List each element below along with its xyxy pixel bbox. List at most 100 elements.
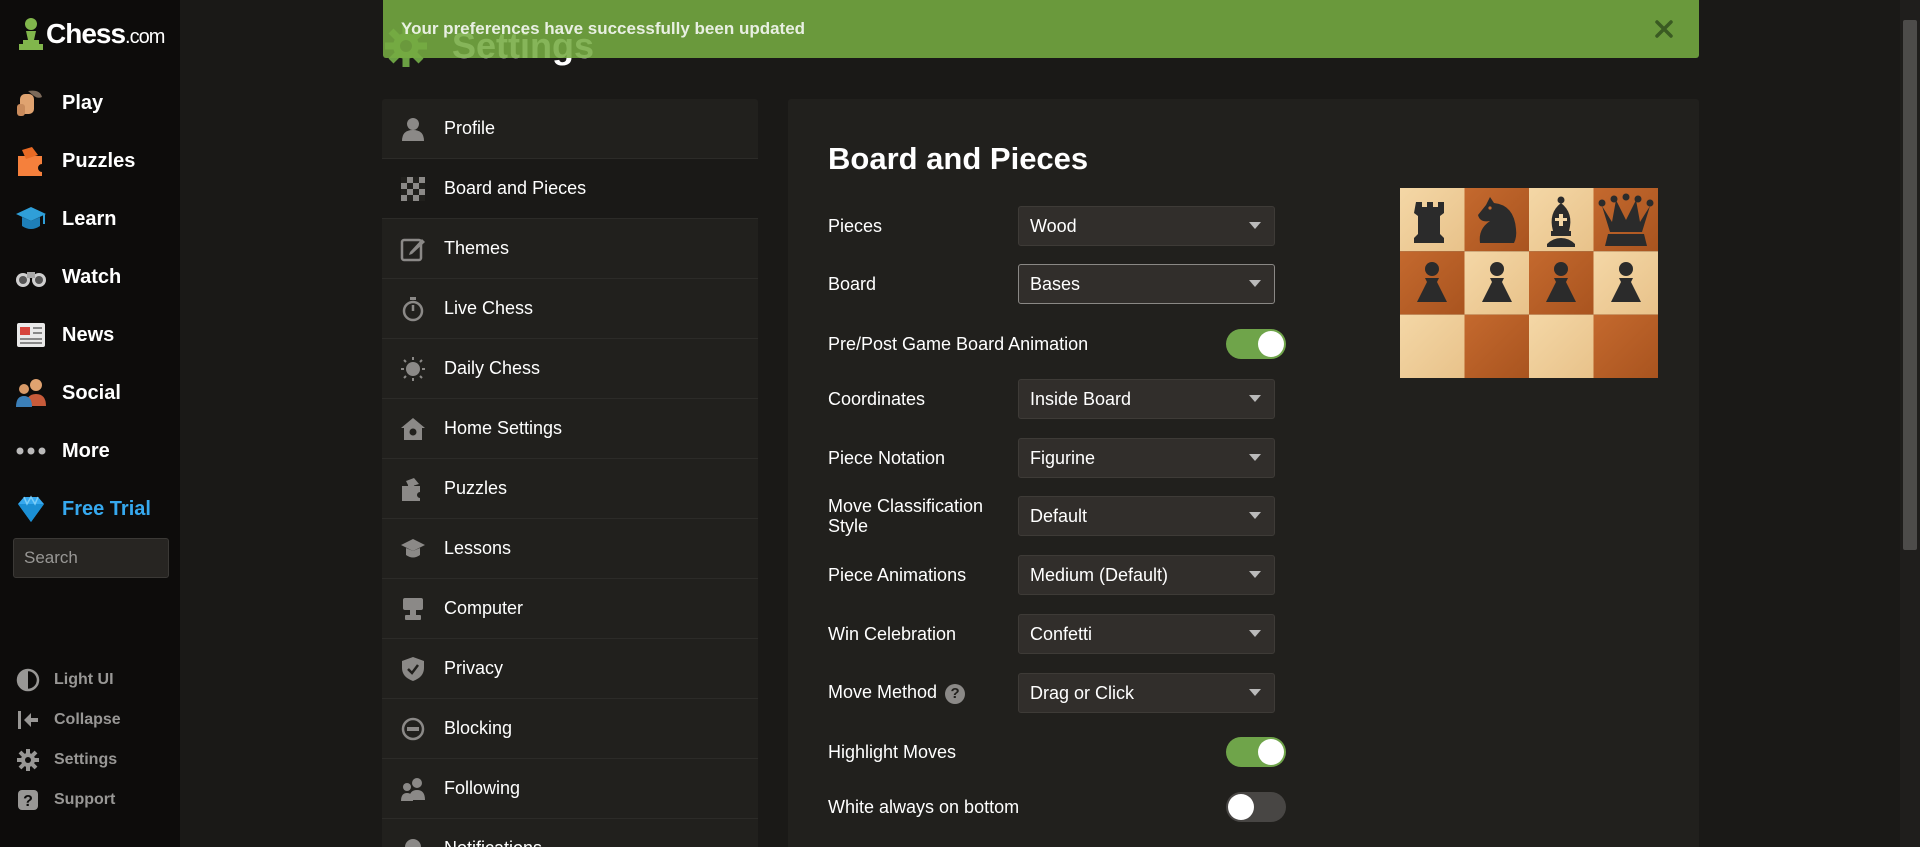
chevron-down-icon [1249, 630, 1261, 637]
people-icon [16, 379, 46, 407]
board-select[interactable]: Bases [1018, 264, 1275, 304]
coordinates-setting: Coordinates Inside Board [828, 379, 1275, 419]
left-sidebar: Chess.com Play Puzzles Learn Watch News … [0, 0, 180, 847]
shield-icon [402, 656, 424, 681]
chevron-down-icon [1249, 395, 1261, 402]
page-scrollbar[interactable] [1900, 0, 1920, 847]
board-preview [1400, 188, 1658, 378]
piece-notation-select[interactable]: Figurine [1018, 438, 1275, 478]
graduation-cap-icon [401, 538, 425, 557]
menu-item-board-and-pieces[interactable]: Board and Pieces [382, 159, 758, 219]
scrollbar-thumb[interactable] [1903, 20, 1917, 550]
menu-item-live-chess[interactable]: Live Chess [382, 279, 758, 339]
nav-item-puzzles[interactable]: Puzzles [0, 132, 180, 190]
animation-setting: Pre/Post Game Board Animation [828, 329, 1286, 359]
piece-animations-select[interactable]: Medium (Default) [1018, 555, 1275, 595]
white-on-bottom-setting: White always on bottom [828, 792, 1286, 822]
piece-animations-setting: Piece Animations Medium (Default) [828, 555, 1275, 595]
support-link[interactable]: ? Support [16, 780, 176, 820]
win-celebration-setting: Win Celebration Confetti [828, 614, 1275, 654]
bell-icon [405, 838, 421, 847]
nav-item-learn[interactable]: Learn [0, 190, 180, 248]
checkerboard-icon [401, 176, 425, 201]
sun-icon [401, 356, 425, 381]
win-celebration-select[interactable]: Confetti [1018, 614, 1275, 654]
edit-icon [400, 238, 425, 261]
puzzle-icon [402, 477, 420, 501]
board-setting: Board Bases [828, 264, 1275, 304]
coordinates-select[interactable]: Inside Board [1018, 379, 1275, 419]
nav-item-free-trial[interactable]: Free Trial [0, 480, 180, 538]
nav-item-news[interactable]: News [0, 306, 180, 364]
graduation-cap-icon [16, 207, 46, 229]
play-hand-icon [17, 90, 42, 116]
svg-text:?: ? [23, 793, 33, 810]
light-ui-toggle[interactable]: Light UI [16, 660, 176, 700]
menu-item-privacy[interactable]: Privacy [382, 639, 758, 699]
chevron-down-icon [1249, 454, 1261, 461]
newspaper-icon [17, 323, 45, 347]
computer-icon [403, 597, 423, 620]
collapse-arrow-icon [18, 711, 38, 729]
menu-item-themes[interactable]: Themes [382, 219, 758, 279]
chevron-down-icon [1249, 689, 1261, 696]
menu-item-following[interactable]: Following [382, 759, 758, 819]
main-nav: Play Puzzles Learn Watch News Social Mor… [0, 74, 180, 538]
nav-item-play[interactable]: Play [0, 74, 180, 132]
menu-item-blocking[interactable]: Blocking [382, 699, 758, 759]
chevron-down-icon [1249, 280, 1261, 287]
contrast-icon [16, 668, 40, 692]
home-gear-icon [401, 417, 425, 440]
pawn-logo-icon [19, 18, 43, 50]
success-toast: Your preferences have successfully been … [383, 0, 1699, 58]
move-method-setting: Move Method? Drag or Click [828, 673, 1275, 713]
menu-item-profile[interactable]: Profile [382, 99, 758, 159]
pieces-select[interactable]: Wood [1018, 206, 1275, 246]
settings-menu: Profile Board and Pieces Themes Live Che… [382, 99, 758, 847]
more-dots-icon [16, 447, 46, 455]
move-method-select[interactable]: Drag or Click [1018, 673, 1275, 713]
puzzle-icon [18, 147, 42, 176]
menu-item-daily-chess[interactable]: Daily Chess [382, 339, 758, 399]
menu-item-lessons[interactable]: Lessons [382, 519, 758, 579]
chevron-down-icon [1249, 222, 1261, 229]
profile-icon [402, 117, 424, 141]
question-icon: ? [18, 790, 38, 810]
highlight-moves-toggle[interactable] [1226, 737, 1286, 767]
bottom-links: Light UI Collapse Settings ? Support [16, 660, 176, 820]
move-classification-setting: Move Classification Style Default [828, 496, 1275, 536]
collapse-button[interactable]: Collapse [16, 700, 176, 740]
black-rook-icon [1414, 202, 1444, 243]
board-and-pieces-panel: Board and Pieces Pieces Wood Board Bases… [788, 99, 1699, 847]
toggle-knob [1258, 331, 1284, 357]
menu-item-computer[interactable]: Computer [382, 579, 758, 639]
chevron-down-icon [1249, 512, 1261, 519]
animation-toggle[interactable] [1226, 329, 1286, 359]
chevron-down-icon [1249, 571, 1261, 578]
settings-link[interactable]: Settings [16, 740, 176, 780]
stopwatch-icon [402, 296, 424, 321]
menu-item-puzzles[interactable]: Puzzles [382, 459, 758, 519]
nav-item-social[interactable]: Social [0, 364, 180, 422]
toggle-knob [1258, 739, 1284, 765]
toast-message: Your preferences have successfully been … [401, 19, 806, 38]
logo-text: Chess.com [46, 18, 165, 49]
help-icon[interactable]: ? [945, 683, 966, 704]
nav-item-watch[interactable]: Watch [0, 248, 180, 306]
menu-item-home-settings[interactable]: Home Settings [382, 399, 758, 459]
chess-com-logo[interactable]: Chess.com [18, 16, 165, 52]
close-icon[interactable] [1651, 16, 1677, 42]
block-icon [401, 717, 425, 740]
menu-item-notifications[interactable]: Notifications [382, 819, 758, 847]
search-input[interactable] [13, 538, 169, 578]
white-on-bottom-toggle[interactable] [1226, 792, 1286, 822]
following-icon [401, 777, 425, 801]
toggle-knob [1228, 794, 1254, 820]
nav-item-more[interactable]: More [0, 422, 180, 480]
move-classification-select[interactable]: Default [1018, 496, 1275, 536]
diamond-icon [18, 495, 44, 522]
gear-icon [17, 749, 39, 771]
panel-title: Board and Pieces [828, 141, 1089, 176]
piece-notation-setting: Piece Notation Figurine [828, 438, 1275, 478]
pieces-setting: Pieces Wood [828, 206, 1275, 246]
